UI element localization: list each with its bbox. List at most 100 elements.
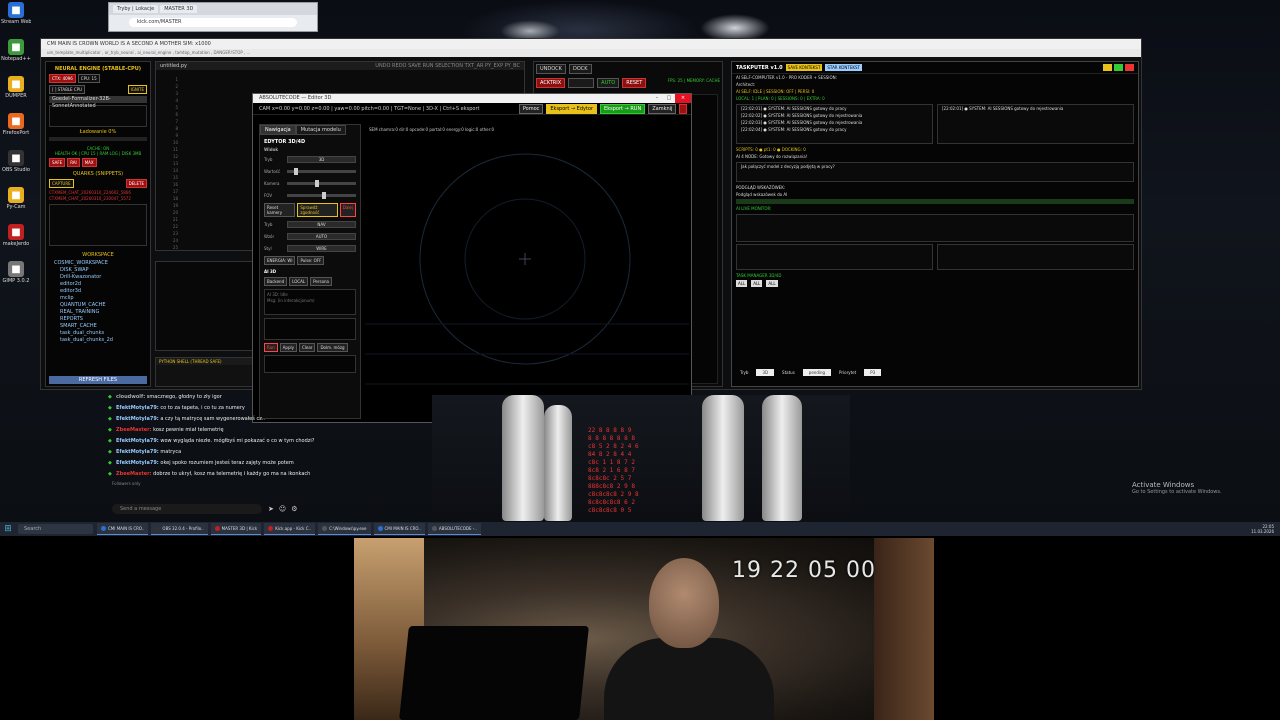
address-bar[interactable]: kick.com/MASTER bbox=[129, 18, 297, 27]
toolbar-button[interactable] bbox=[1124, 64, 1134, 71]
chat-username[interactable]: EfektMotyla79: bbox=[116, 416, 159, 422]
next-button[interactable]: Dalej bbox=[339, 203, 356, 217]
delete-button[interactable]: DELETE bbox=[125, 179, 147, 188]
ctx-field[interactable]: CTX: 4096 bbox=[49, 74, 76, 83]
ide-menu-bar[interactable]: um_template_multiplicator , ar_tryb_neur… bbox=[41, 49, 1141, 57]
mode-select[interactable]: 3D bbox=[756, 368, 775, 376]
desktop-icon[interactable]: ■ makeJerdo bbox=[2, 224, 30, 258]
browser-tab[interactable]: MASTER 3D bbox=[160, 5, 198, 13]
tab-model-mutation[interactable]: Mutacja modelu bbox=[295, 125, 346, 135]
toolbar-button[interactable] bbox=[1113, 64, 1123, 71]
cpu-field[interactable]: CPU: 15 bbox=[77, 74, 100, 83]
acktrix-input[interactable] bbox=[568, 78, 595, 88]
desktop-icon[interactable]: ■ FirefoxPort bbox=[2, 113, 30, 147]
system-tray[interactable]: 22:05 11.03.2026 bbox=[1251, 524, 1280, 534]
desktop-icon[interactable]: ■Stream Webcam bbox=[1, 2, 31, 36]
refresh-files-button[interactable]: REFRESH FILES bbox=[49, 376, 147, 384]
apply-button[interactable]: Apply bbox=[279, 343, 297, 352]
camera-slider[interactable] bbox=[287, 180, 356, 187]
value-slider[interactable] bbox=[287, 168, 356, 175]
taskbar-item[interactable]: MASTER 3D | Kick bbox=[210, 523, 262, 535]
desktop-icon[interactable]: ■ Py-Cam bbox=[2, 187, 30, 221]
tree-item[interactable]: SMART_CACHE bbox=[54, 323, 142, 330]
send-icon[interactable]: ➤ bbox=[268, 505, 279, 513]
tree-item[interactable]: DISK_SWAP bbox=[54, 267, 142, 274]
tree-item[interactable]: editor2d bbox=[54, 281, 142, 288]
chat-username[interactable]: EfektMotyla79: bbox=[116, 438, 159, 444]
pattern-select[interactable]: AUTO bbox=[287, 233, 356, 240]
export-run-button[interactable]: Eksport → RUN bbox=[600, 103, 646, 114]
python-shell[interactable]: PYTHON SHELL (THREAD SAFE) bbox=[155, 357, 255, 387]
windows-start-icon[interactable]: ⊞ bbox=[2, 523, 14, 535]
viewport-3d[interactable]: SEM chamra:0 dir:0 opcode:0 portal:0 ene… bbox=[365, 124, 689, 419]
chat-username[interactable]: ZbeeMaster: bbox=[116, 471, 152, 477]
toolbar-button[interactable] bbox=[1102, 64, 1112, 71]
ignite-button[interactable]: IGNITE bbox=[127, 85, 147, 94]
check-compat-button[interactable]: Sprawdź zgodność bbox=[297, 203, 338, 217]
close-icon[interactable]: × bbox=[675, 94, 691, 103]
desktop-icon[interactable]: ■ DUMPER bbox=[2, 76, 30, 110]
clear-button[interactable]: Clear bbox=[298, 343, 316, 352]
backend-select[interactable]: LOCAL bbox=[289, 277, 309, 286]
mode-select[interactable]: 3D bbox=[287, 156, 356, 163]
tree-item[interactable]: task_dual_chunks_2d bbox=[54, 337, 142, 344]
nav-select[interactable]: NAV bbox=[287, 221, 356, 228]
chat-username[interactable]: EfektMotyla79: bbox=[116, 449, 159, 455]
editor-toolbar[interactable]: UNDO REDO SAVE RUN SELECTION TXT_AR PY_E… bbox=[375, 62, 520, 70]
fov-slider[interactable] bbox=[287, 192, 356, 199]
run-button[interactable]: Run bbox=[264, 343, 278, 352]
slider-knob[interactable] bbox=[321, 192, 326, 199]
filter-select[interactable]: ALL bbox=[751, 280, 763, 287]
chat-username[interactable]: ZbeeMaster: bbox=[116, 427, 152, 433]
emote-icon[interactable]: ☺ bbox=[279, 505, 291, 513]
dock-button[interactable]: DOCK bbox=[568, 64, 592, 74]
tree-item[interactable]: task_dual_chunks bbox=[54, 330, 142, 337]
export-editor-button[interactable]: Eksport → Edytor bbox=[546, 103, 598, 114]
style-select[interactable]: WIRE bbox=[287, 245, 356, 252]
priority-select[interactable]: P3 bbox=[864, 368, 882, 376]
undock-button[interactable]: UNDOCK bbox=[536, 64, 566, 74]
save-context-button[interactable]: SAVE KONTEKST bbox=[785, 64, 823, 71]
status-select[interactable]: pending bbox=[802, 368, 832, 376]
minimize-icon[interactable]: – bbox=[651, 94, 663, 103]
brain-button[interactable]: Dolm. mózg bbox=[317, 343, 348, 352]
rai-button[interactable]: RAI bbox=[67, 158, 80, 167]
ai-prompt-input[interactable] bbox=[264, 318, 356, 340]
filter-select[interactable]: ALL bbox=[766, 280, 778, 287]
max-button[interactable]: MAX bbox=[81, 158, 97, 167]
stable-cpu-checkbox[interactable]: [ ] STABLE CPU bbox=[49, 85, 85, 94]
editor-tab[interactable]: untitled.py bbox=[160, 62, 187, 70]
safe-button[interactable]: SAFE bbox=[49, 158, 66, 167]
desktop-icon[interactable]: ■ GIMP 3.0.2 bbox=[2, 261, 30, 295]
desktop-icon[interactable]: ■ OBS Studio bbox=[2, 150, 30, 184]
pulse-toggle[interactable]: Pulse: OFF bbox=[297, 256, 325, 265]
taskbar-item[interactable]: CMI MAIN IS CRO.. bbox=[373, 523, 425, 535]
star-context-button[interactable]: STAR KONTEKST bbox=[825, 64, 862, 71]
browser-window[interactable]: Tryby | Lokacje MASTER 3D kick.com/MASTE… bbox=[108, 2, 318, 32]
browser-tab[interactable]: Tryby | Lokacje bbox=[113, 5, 159, 13]
taskbar-search[interactable]: Search bbox=[18, 524, 93, 534]
tree-item[interactable]: REPORTS bbox=[54, 316, 142, 323]
reset-camera-button[interactable]: Reset kamery bbox=[264, 203, 296, 217]
chat-username[interactable]: EfektMotyla79: bbox=[116, 405, 159, 411]
taskbar-item[interactable]: Kick.app - Kick C.. bbox=[264, 523, 316, 535]
taskbar-item[interactable]: OBS 32.0.4 - Profilo.. bbox=[151, 523, 208, 535]
tree-item[interactable]: mclip bbox=[54, 295, 142, 302]
extra-button[interactable] bbox=[679, 103, 687, 114]
tree-item[interactable]: COSMIC_WORKSPACE bbox=[54, 260, 142, 267]
reset-button[interactable]: RESET bbox=[622, 78, 647, 88]
model-select[interactable]: Goedel-Formalizer-32B-SonnetAnnotated bbox=[49, 96, 147, 109]
capture-button[interactable]: CAPTURE bbox=[49, 179, 74, 188]
auto-toggle[interactable]: AUTO bbox=[597, 78, 620, 88]
chat-input[interactable]: Send a message bbox=[112, 504, 262, 514]
desktop-icon[interactable]: ■ Notepad++ bbox=[1, 39, 31, 73]
tab-navigation[interactable]: Nawigacja bbox=[260, 125, 296, 135]
close-button[interactable]: Zamknij bbox=[648, 103, 677, 114]
taskbar-item[interactable]: ABSOLUTECODE -.. bbox=[427, 523, 481, 535]
slider-knob[interactable] bbox=[314, 180, 319, 187]
chat-username[interactable]: cloudwolf: bbox=[116, 394, 145, 400]
taskbar-item[interactable]: CMI MAIN IS CRO.. bbox=[97, 523, 149, 535]
question-box[interactable]: Jak połączyć model z decyzją podjętą w p… bbox=[736, 162, 1134, 182]
slider-knob[interactable] bbox=[293, 168, 298, 175]
chat-username[interactable]: EfektMotyla79: bbox=[116, 460, 159, 466]
